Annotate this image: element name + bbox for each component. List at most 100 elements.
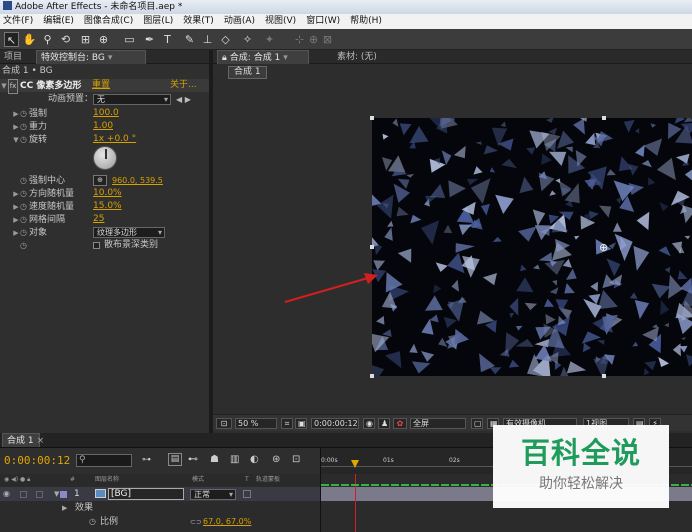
twirl-open-icon[interactable]: ▼ [12,134,20,147]
depth-sort-checkbox[interactable] [93,242,100,249]
axis-world-icon[interactable]: ⊕ [306,32,321,47]
orbit-camera-icon[interactable]: ⟲ [58,32,73,47]
frame-blending-icon[interactable]: ▥ [230,454,239,465]
prop-value[interactable]: 15.0% [93,200,122,213]
tab-timeline-comp[interactable]: 合成 1 × [2,433,44,447]
stopwatch-icon[interactable]: ◷ [20,239,29,252]
eye-visibility-icon[interactable]: ◉ [3,487,10,501]
viewer-area[interactable]: ⊕ [213,81,692,414]
motion-blur-icon[interactable]: ◐ [250,454,259,465]
menu-view[interactable]: 视图(V) [265,14,296,29]
preserve-transparency-checkbox[interactable] [243,490,251,498]
pen-tool-icon[interactable]: ✒ [142,32,157,47]
show-snapshot-icon[interactable]: ♟ [378,418,390,429]
prop-value[interactable]: 100.0 [93,107,119,120]
menu-window[interactable]: 窗口(W) [306,14,340,29]
hand-tool-icon[interactable]: ✋ [22,32,37,47]
layer-name-field[interactable]: [BG] [108,488,184,500]
snapshot-camera-icon[interactable]: ◉ [363,418,375,429]
tab-menu-icon[interactable]: ▾ [108,51,113,65]
viewer-timecode[interactable]: 0:00:00:12 [311,418,359,429]
tab-effect-controls[interactable]: 特效控制台: BG ▾ [36,50,146,64]
graph-editor-icon[interactable]: ⊡ [292,454,300,465]
animation-preset-dropdown[interactable]: 无 [93,94,171,105]
stopwatch-icon[interactable]: ◷ [20,133,29,146]
always-preview-icon[interactable]: ⊡ [216,418,232,429]
tab-project[interactable]: 项目 [0,50,26,64]
fx-icon[interactable]: fx [8,79,18,94]
menu-help[interactable]: 帮助(H) [350,14,382,29]
stopwatch-icon[interactable]: ◷ [20,120,29,133]
hide-shy-layers-icon[interactable]: ☗ [210,454,219,465]
timeline-search-input[interactable]: ⚲ [76,454,132,467]
scale-value[interactable]: 67.0, 67.0% [203,515,251,529]
safe-area-icon[interactable]: ▣ [295,418,307,429]
layer-handle-bottom-mid[interactable] [602,374,606,378]
menu-composition[interactable]: 图像合成(C) [84,14,133,29]
label-color-swatch[interactable] [60,491,67,498]
stopwatch-icon[interactable]: ◷ [20,174,29,187]
eraser-icon[interactable]: ◇ [218,32,233,47]
grid-icon[interactable]: ⌗ [281,418,293,429]
layer-handle-mid-left[interactable] [370,245,374,249]
scale-property-row[interactable]: ◷ 比例 ⊂⊃ 67.0, 67.0% [0,515,320,529]
zoom-dropdown[interactable]: 50 % [235,418,277,429]
stopwatch-icon[interactable]: ◷ [20,226,29,239]
pan-camera-icon[interactable]: ⊞ [78,32,93,47]
prop-value[interactable]: 1x +0.0 ° [93,133,136,146]
stopwatch-icon[interactable]: ◷ [20,213,29,226]
effect-header-row[interactable]: ▼ fx CC 像素多边形 重置 关于... [0,79,210,94]
zoom-tool-icon[interactable]: ⚲ [40,32,55,47]
close-icon[interactable]: × [37,436,45,446]
spin-angle-dial[interactable] [93,146,117,170]
menu-edit[interactable]: 编辑(E) [43,14,74,29]
reset-link[interactable]: 重置 [92,79,110,92]
menu-animation[interactable]: 动画(A) [224,14,255,29]
prop-value[interactable]: 25 [93,213,104,226]
layer-row[interactable]: ◉ ▼ 1 [BG] 正常 [0,487,320,501]
tab-footage[interactable]: 素材: (无) [333,50,381,64]
effects-group-row[interactable]: ▶ 效果 [0,501,320,515]
brush-icon[interactable]: ✎ [182,32,197,47]
anchor-crosshair-icon[interactable]: ⊕ [599,241,608,254]
prop-value[interactable]: 1.00 [93,120,113,133]
twirl-open-icon[interactable]: ▼ [0,80,8,93]
selection-tool-icon[interactable]: ↖ [4,32,19,47]
about-link[interactable]: 关于... [170,79,197,92]
comp-mini-flowchart-icon[interactable]: ⊶ [142,455,151,465]
tab-menu-icon[interactable]: ▾ [283,51,288,65]
solo-switch[interactable] [20,491,27,498]
layer-handle-top-mid[interactable] [602,116,606,120]
stopwatch-icon[interactable]: ◷ [20,107,29,120]
stopwatch-icon[interactable]: ◷ [89,515,96,529]
composition-canvas[interactable] [372,118,692,376]
axis-local-icon[interactable]: ⊹ [292,32,307,47]
stopwatch-icon[interactable]: ◷ [20,200,29,213]
region-of-interest-icon[interactable]: ▢ [471,418,483,429]
text-tool-icon[interactable]: T [160,32,175,47]
rectangle-mask-icon[interactable]: ▭ [122,32,137,47]
puppet-pin-icon[interactable]: ✦ [262,32,277,47]
prop-value[interactable]: 10.0% [93,187,122,200]
stopwatch-icon[interactable]: ◷ [20,187,29,200]
pan-behind-icon[interactable]: ⊕ [96,32,111,47]
preset-prev-next-icon[interactable]: ◀ ▶ [176,93,191,106]
menu-effect[interactable]: 效果(T) [183,14,214,29]
crosshair-point-icon[interactable]: ⊕ [93,175,107,186]
timeline-timecode[interactable]: 0:00:00:12 [4,454,70,467]
tab-composition[interactable]: 🔒︎ 合成: 合成 1 ▾ [217,50,309,64]
axis-view-icon[interactable]: ⊠ [320,32,335,47]
live-update-icon[interactable]: ▤ [168,453,182,466]
object-dropdown[interactable]: 纹理多边形 [93,227,165,238]
twirl-closed-icon[interactable]: ▶ [62,501,67,515]
lock-icon[interactable]: 🔒︎ [222,53,227,63]
comp-breadcrumb-tab[interactable]: 合成 1 [228,66,267,79]
resolution-dropdown[interactable]: 全屏 [410,418,466,429]
lock-switch[interactable] [36,491,43,498]
draft-3d-icon[interactable]: ⊷ [188,454,198,465]
prop-value[interactable]: 960.0, 539.5 [112,174,163,187]
roto-brush-icon[interactable]: ✧ [240,32,255,47]
brainstorm-icon[interactable]: ⊛ [272,454,280,465]
twirl-open-icon[interactable]: ▼ [54,487,59,501]
layer-mode-dropdown[interactable]: 正常 [190,489,236,500]
